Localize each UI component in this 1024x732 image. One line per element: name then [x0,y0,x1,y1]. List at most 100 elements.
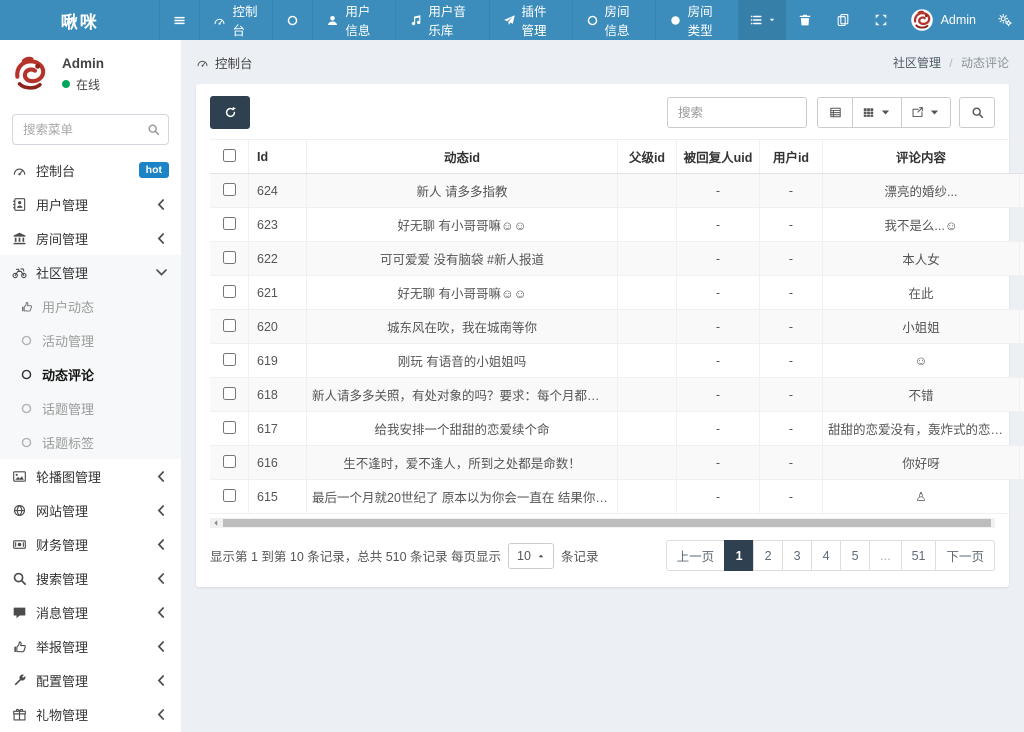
sidebar-item-gift-11[interactable]: 礼物管理 [0,697,181,731]
sidebar-item-search-7[interactable]: 搜索管理 [0,561,181,595]
cell-parent-id [618,446,677,480]
row-checkbox-cell [210,242,249,276]
sidebar-item-label: 财务管理 [36,535,145,554]
navbar-item-user-3[interactable]: 用户信息 [313,0,396,40]
settings-button[interactable] [986,0,1024,40]
column-header-0[interactable]: Id [249,140,307,174]
page-button-3[interactable]: 3 [782,540,812,571]
select-all-checkbox[interactable] [223,149,236,162]
navbar-item-label: 插件管理 [522,1,559,39]
sidebar-section-1: 用户管理 [0,187,181,221]
row-checkbox[interactable] [223,353,236,366]
page-button-5[interactable]: 5 [840,540,870,571]
row-checkbox[interactable] [223,217,236,230]
horizontal-scrollbar[interactable] [210,518,995,528]
navbar-item-circle-o[interactable] [273,0,313,40]
sidebar-item-address-book-1[interactable]: 用户管理 [0,187,181,221]
sidebar-item-comment-8[interactable]: 消息管理 [0,595,181,629]
prev-page-button[interactable]: 上一页 [666,540,726,571]
sidebar-item-dashboard-0[interactable]: 控制台hot [0,153,181,187]
navbar-item-circle-7[interactable]: 房间类型 [656,0,739,40]
search-button[interactable] [959,97,995,128]
export-button[interactable] [901,97,951,128]
sidebar-search-input[interactable] [12,114,169,145]
avatar [8,52,52,96]
column-header-3[interactable]: 被回复人uid [677,140,760,174]
sidebar-item-bank-2[interactable]: 房间管理 [0,221,181,255]
row-checkbox[interactable] [223,319,236,332]
refresh-button[interactable] [210,96,250,129]
clear-cache-button[interactable] [786,0,824,40]
copy-icon [836,13,850,27]
row-checkbox[interactable] [223,421,236,434]
fullscreen-button[interactable] [862,0,900,40]
copy-button[interactable] [824,0,862,40]
cell-post-id: 最后一个月就20世纪了 原本以为你会一直在 结果你不在了♥ [307,480,618,514]
column-header-2[interactable]: 父级id [618,140,677,174]
columns-button[interactable] [852,97,902,128]
wrench-icon [12,673,27,688]
user-menu[interactable]: Admin [900,0,986,40]
caret-down-icon [768,16,776,24]
toggle-view-button[interactable] [817,97,853,128]
row-checkbox[interactable] [223,455,236,468]
next-page-button[interactable]: 下一页 [935,540,995,571]
page-button-4[interactable]: 4 [811,540,841,571]
row-checkbox[interactable] [223,285,236,298]
chevron-left-icon [154,639,169,654]
sidebar-subitem-3[interactable]: 话题管理 [0,391,181,425]
row-checkbox[interactable] [223,387,236,400]
cell-likes: 0 [1020,310,1024,344]
page-button-51[interactable]: 51 [901,540,937,571]
navbar-item-music-4[interactable]: 用户音乐库 [396,0,489,40]
cell-id: 619 [249,344,307,378]
circle-o-icon [20,368,33,381]
row-checkbox[interactable] [223,251,236,264]
tasks-dropdown-button[interactable] [739,0,786,40]
breadcrumb-section[interactable]: 社区管理 [893,56,941,70]
sidebar-item-image-4[interactable]: 轮播图管理 [0,459,181,493]
navbar-item-paper-plane-5[interactable]: 插件管理 [490,0,573,40]
navbar-item-circle-o-6[interactable]: 房间信息 [573,0,656,40]
hot-badge: hot [139,162,169,179]
cell-parent-id [618,310,677,344]
page-button-1[interactable]: 1 [724,540,754,571]
dashboard-icon [196,56,209,69]
navbar-item-menu[interactable] [160,0,200,40]
comments-table: Id动态id父级id被回复人uid用户id评论内容点赞数 624新人 请多多指教… [210,139,1024,514]
row-checkbox[interactable] [223,183,236,196]
comments-panel: Id动态id父级id被回复人uid用户id评论内容点赞数 624新人 请多多指教… [196,84,1009,587]
page-size-select[interactable]: 10 [508,543,554,569]
chevron-left-icon [154,469,169,484]
sidebar-item-money-6[interactable]: 财务管理 [0,527,181,561]
scroll-left-arrow[interactable] [210,518,222,528]
column-header-6[interactable]: 点赞数 [1020,140,1024,174]
user-name: Admin [62,56,104,71]
sidebar-subitem-4[interactable]: 话题标签 [0,425,181,459]
cell-id: 616 [249,446,307,480]
page-button-2[interactable]: 2 [753,540,783,571]
cell-id: 622 [249,242,307,276]
row-checkbox[interactable] [223,489,236,502]
sidebar-item-wrench-10[interactable]: 配置管理 [0,663,181,697]
navbar-item-dashboard-1[interactable]: 控制台 [200,0,273,40]
cell-user-id: - [760,208,823,242]
caret-down-icon [879,106,892,119]
sidebar-subitem-label: 活动管理 [42,331,94,350]
cell-comment: ♙ [823,480,1020,514]
sidebar-subitem-0[interactable]: 用户动态 [0,289,181,323]
column-header-1[interactable]: 动态id [307,140,618,174]
brand[interactable]: 啾咪 [0,0,160,40]
sidebar-subitem-2[interactable]: 动态评论 [0,357,181,391]
breadcrumb-left[interactable]: 控制台 [196,53,253,72]
page-size-value: 10 [517,549,531,563]
circle-o-icon [20,436,33,449]
column-header-4[interactable]: 用户id [760,140,823,174]
scrollbar-thumb[interactable] [223,519,991,527]
sidebar-item-motorcycle-3[interactable]: 社区管理 [0,255,181,289]
column-header-5[interactable]: 评论内容 [823,140,1020,174]
sidebar-subitem-1[interactable]: 活动管理 [0,323,181,357]
sidebar-item-globe-5[interactable]: 网站管理 [0,493,181,527]
sidebar-item-hand-9[interactable]: 举报管理 [0,629,181,663]
table-search-input[interactable] [667,97,807,128]
